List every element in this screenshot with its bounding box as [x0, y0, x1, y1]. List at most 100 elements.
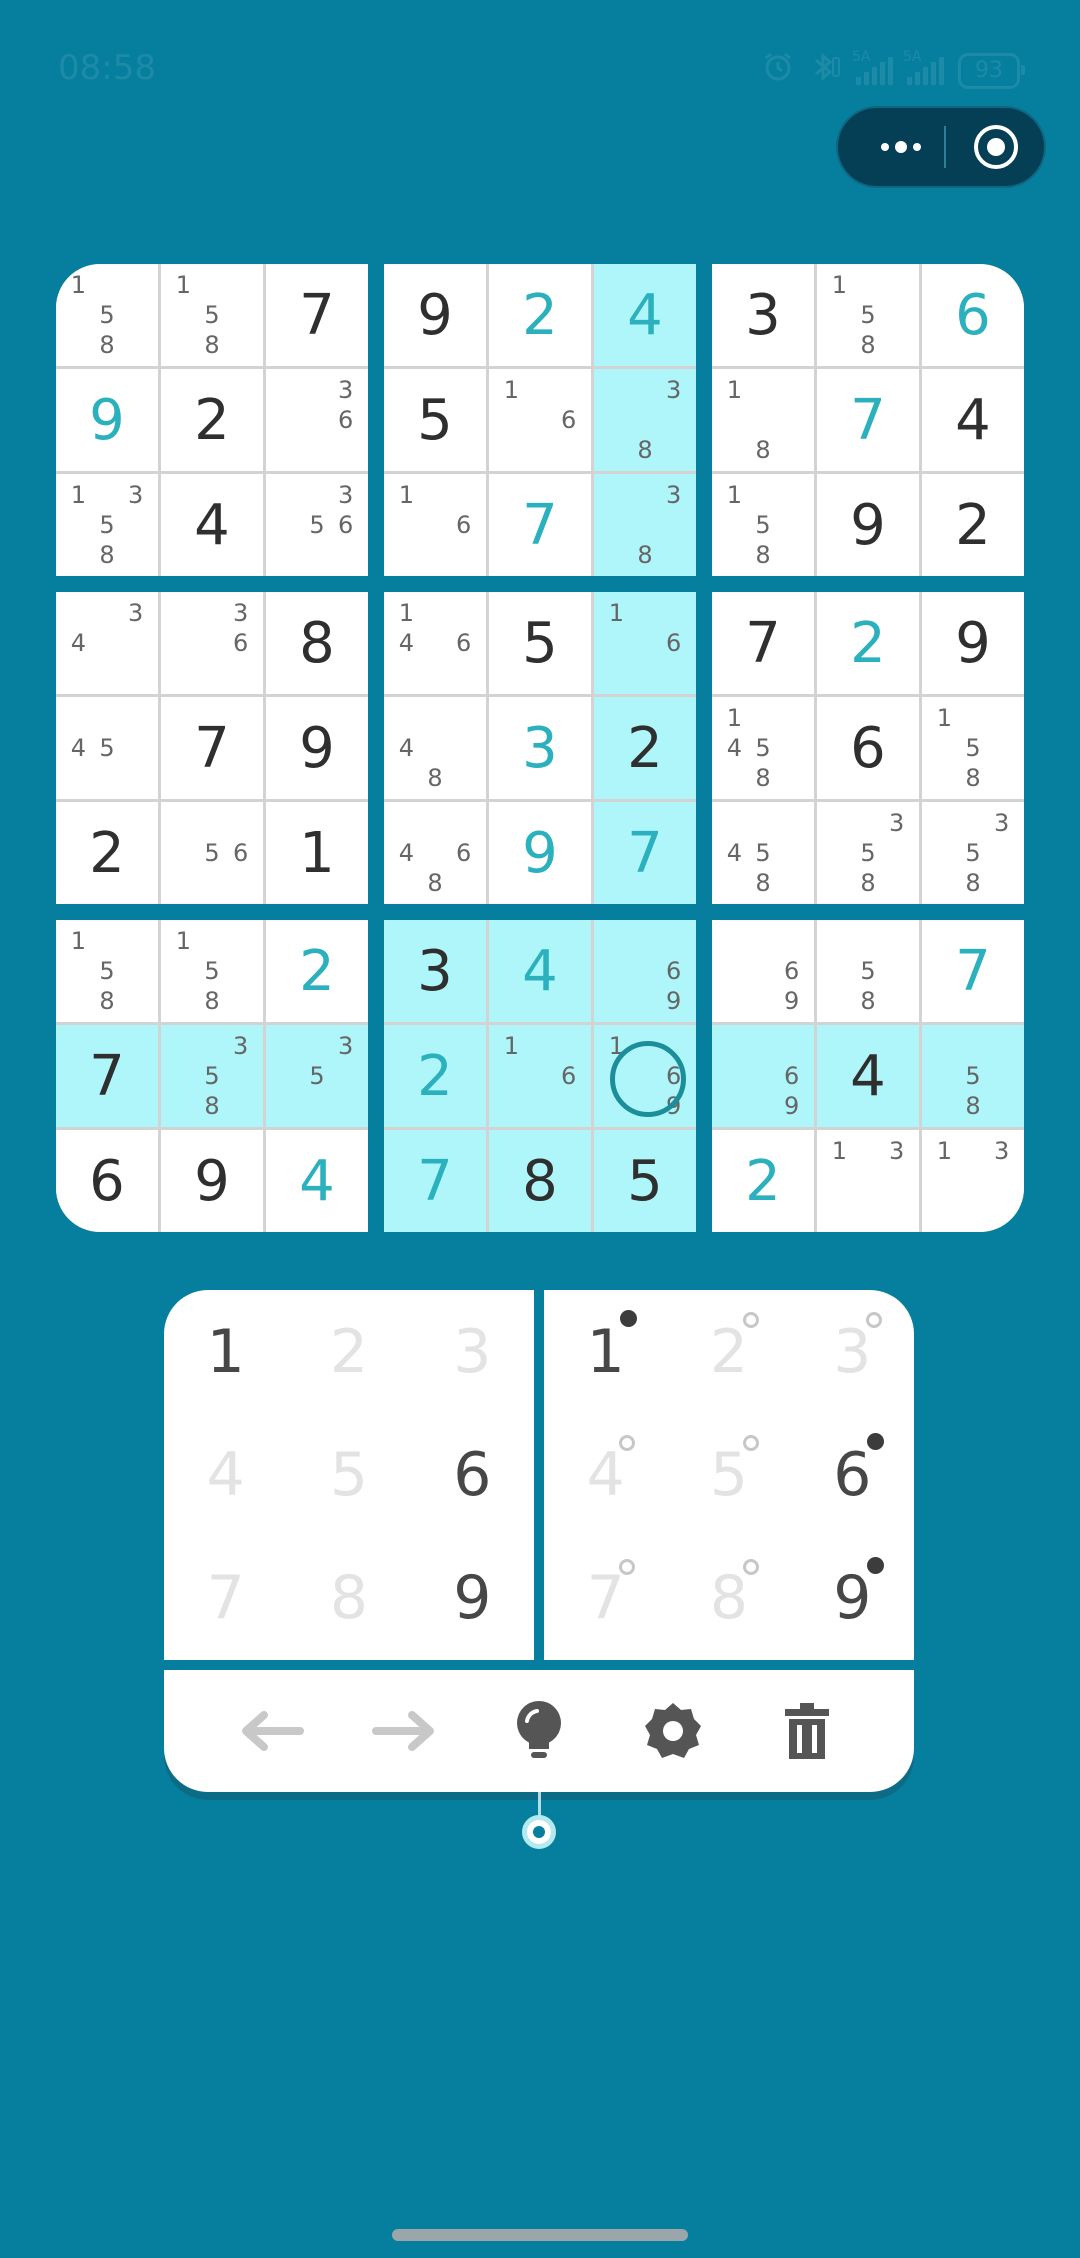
cell-r5c3[interactable]: 9 — [266, 697, 368, 799]
note-key-7[interactable]: 7 — [544, 1537, 667, 1660]
cell-r6c8[interactable]: 358 — [817, 802, 919, 904]
cell-r3c6[interactable]: 38 — [594, 474, 696, 576]
cell-r5c6[interactable]: 2 — [594, 697, 696, 799]
cell-r7c5[interactable]: 4 — [489, 920, 591, 1022]
cell-r8c1[interactable]: 7 — [56, 1025, 158, 1127]
cell-r1c9[interactable]: 6 — [922, 264, 1024, 366]
cell-r6c7[interactable]: 458 — [712, 802, 814, 904]
note-key-8[interactable]: 8 — [667, 1537, 790, 1660]
cell-r7c7[interactable]: 69 — [712, 920, 814, 1022]
settings-gear-icon[interactable] — [633, 1691, 713, 1771]
cell-r1c8[interactable]: 158 — [817, 264, 919, 366]
cell-r6c1[interactable]: 2 — [56, 802, 158, 904]
cell-r5c8[interactable]: 6 — [817, 697, 919, 799]
cell-r2c7[interactable]: 18 — [712, 369, 814, 471]
cell-r5c2[interactable]: 7 — [161, 697, 263, 799]
cell-r6c4[interactable]: 4 68 — [384, 802, 486, 904]
undo-arrow-icon[interactable] — [231, 1691, 311, 1771]
cell-r1c7[interactable]: 3 — [712, 264, 814, 366]
cell-r9c2[interactable]: 9 — [161, 1130, 263, 1232]
cell-r3c9[interactable]: 2 — [922, 474, 1024, 576]
number-key-7[interactable]: 7 — [164, 1537, 287, 1660]
cell-r8c8[interactable]: 4 — [817, 1025, 919, 1127]
cell-r3c2[interactable]: 4 — [161, 474, 263, 576]
cell-r2c2[interactable]: 2 — [161, 369, 263, 471]
cell-r4c9[interactable]: 9 — [922, 592, 1024, 694]
cell-r2c5[interactable]: 16 — [489, 369, 591, 471]
cell-r8c4[interactable]: 2 — [384, 1025, 486, 1127]
cell-r2c9[interactable]: 4 — [922, 369, 1024, 471]
cell-r7c4[interactable]: 3 — [384, 920, 486, 1022]
note-key-6[interactable]: 6 — [791, 1413, 914, 1536]
cell-r1c2[interactable]: 158 — [161, 264, 263, 366]
pointer-knob[interactable] — [522, 1815, 556, 1849]
cell-r9c9[interactable]: 13 — [922, 1130, 1024, 1232]
cell-r4c6[interactable]: 16 — [594, 592, 696, 694]
home-indicator[interactable] — [392, 2229, 688, 2241]
note-key-3[interactable]: 3 — [791, 1290, 914, 1413]
cell-r4c8[interactable]: 2 — [817, 592, 919, 694]
cell-r4c4[interactable]: 14 6 — [384, 592, 486, 694]
note-key-9[interactable]: 9 — [791, 1537, 914, 1660]
cell-r8c7[interactable]: 69 — [712, 1025, 814, 1127]
cell-r2c8[interactable]: 7 — [817, 369, 919, 471]
cell-r6c6[interactable]: 7 — [594, 802, 696, 904]
cell-r8c2[interactable]: 358 — [161, 1025, 263, 1127]
cell-r7c8[interactable]: 58 — [817, 920, 919, 1022]
cell-r5c1[interactable]: 45 — [56, 697, 158, 799]
cell-r2c4[interactable]: 5 — [384, 369, 486, 471]
cell-r8c5[interactable]: 16 — [489, 1025, 591, 1127]
cell-r5c7[interactable]: 1458 — [712, 697, 814, 799]
cell-r9c6[interactable]: 5 — [594, 1130, 696, 1232]
cell-r9c3[interactable]: 4 — [266, 1130, 368, 1232]
cell-r9c4[interactable]: 7 — [384, 1130, 486, 1232]
cell-r6c2[interactable]: 56 — [161, 802, 263, 904]
cell-r5c4[interactable]: 48 — [384, 697, 486, 799]
hint-bulb-icon[interactable] — [499, 1691, 579, 1771]
number-key-6[interactable]: 6 — [411, 1413, 534, 1536]
cell-r1c3[interactable]: 7 — [266, 264, 368, 366]
number-key-9[interactable]: 9 — [411, 1537, 534, 1660]
cell-r1c1[interactable]: 158 — [56, 264, 158, 366]
cell-r4c5[interactable]: 5 — [489, 592, 591, 694]
cell-r7c3[interactable]: 2 — [266, 920, 368, 1022]
cell-r5c5[interactable]: 3 — [489, 697, 591, 799]
cell-r3c7[interactable]: 158 — [712, 474, 814, 576]
cell-r1c4[interactable]: 9 — [384, 264, 486, 366]
cell-r9c1[interactable]: 6 — [56, 1130, 158, 1232]
cell-r2c6[interactable]: 38 — [594, 369, 696, 471]
note-key-1[interactable]: 1 — [544, 1290, 667, 1413]
cell-r6c9[interactable]: 358 — [922, 802, 1024, 904]
cell-r7c9[interactable]: 7 — [922, 920, 1024, 1022]
number-key-8[interactable]: 8 — [287, 1537, 410, 1660]
cell-r9c5[interactable]: 8 — [489, 1130, 591, 1232]
cell-r3c3[interactable]: 356 — [266, 474, 368, 576]
cell-r1c6[interactable]: 4 — [594, 264, 696, 366]
cell-r7c6[interactable]: 69 — [594, 920, 696, 1022]
more-menu-icon[interactable] — [864, 108, 938, 186]
cell-r5c9[interactable]: 158 — [922, 697, 1024, 799]
cell-r6c5[interactable]: 9 — [489, 802, 591, 904]
cell-r8c6[interactable]: 169 — [594, 1025, 696, 1127]
cell-r4c1[interactable]: 34 — [56, 592, 158, 694]
cell-r6c3[interactable]: 1 — [266, 802, 368, 904]
cell-r2c3[interactable]: 36 — [266, 369, 368, 471]
cell-r4c2[interactable]: 36 — [161, 592, 263, 694]
cell-r7c2[interactable]: 158 — [161, 920, 263, 1022]
cell-r3c4[interactable]: 16 — [384, 474, 486, 576]
cell-r3c1[interactable]: 1 358 — [56, 474, 158, 576]
cell-r9c8[interactable]: 13 — [817, 1130, 919, 1232]
note-key-5[interactable]: 5 — [667, 1413, 790, 1536]
redo-arrow-icon[interactable] — [365, 1691, 445, 1771]
note-key-4[interactable]: 4 — [544, 1413, 667, 1536]
trash-icon[interactable] — [767, 1691, 847, 1771]
cell-r4c7[interactable]: 7 — [712, 592, 814, 694]
cell-r7c1[interactable]: 158 — [56, 920, 158, 1022]
close-target-icon[interactable] — [974, 125, 1018, 169]
cell-r9c7[interactable]: 2 — [712, 1130, 814, 1232]
cell-r4c3[interactable]: 8 — [266, 592, 368, 694]
cell-r2c1[interactable]: 9 — [56, 369, 158, 471]
cell-r3c5[interactable]: 7 — [489, 474, 591, 576]
number-key-2[interactable]: 2 — [287, 1290, 410, 1413]
cell-r3c8[interactable]: 9 — [817, 474, 919, 576]
